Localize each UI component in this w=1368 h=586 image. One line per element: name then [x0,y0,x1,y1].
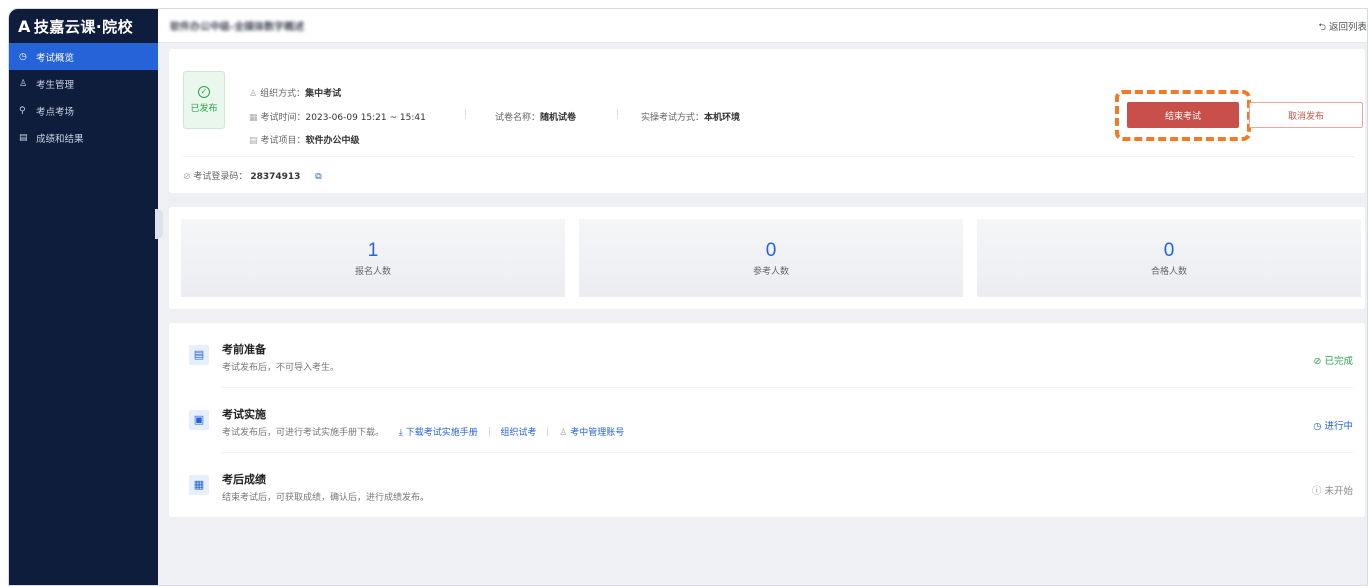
sidebar-item-label: 考点考场 [36,106,75,118]
divider [547,427,549,436]
sidebar-item-label: 成绩和结果 [36,133,84,145]
step-desc: 结束考试后，可获取成绩，确认后，进行成绩发布。 [222,493,430,503]
step-status: ⊘ 已完成 [1313,356,1353,367]
sidebar-collapse-handle[interactable] [155,209,163,239]
stat-value: 1 [367,239,379,261]
sidebar-item-results[interactable]: ▤ 成绩和结果 [9,124,158,151]
step-desc: 考试发布后，可进行考试实施手册下载。 ⤓ 下载考试实施手册 组织试考 ♙ 考中管… [222,425,624,438]
step-status: ⓘ 未开始 [1311,486,1353,497]
brand-logo[interactable]: A 技嘉云课·院校 [9,9,158,43]
stat-registered: 1 报名人数 [181,219,565,297]
download-manual-link[interactable]: ⤓ 下载考试实施手册 [399,428,478,438]
user-icon: ♙ [249,89,258,99]
paper-name-value: 随机试卷 [540,113,577,123]
practice-method: 实操考试方式：本机环境 [641,110,740,123]
status-badge: ✓ 已发布 [183,71,225,129]
clipboard-icon: ▤ [189,345,209,365]
link-icon: ⊘ [183,172,191,182]
step-title: 考后成绩 [222,473,266,486]
check-circle-icon: ✓ [198,86,210,98]
project-icon: ▤ [249,136,258,146]
exam-time-label: 考试时间： [260,113,306,123]
logo-icon: A [18,16,31,36]
divider [488,427,490,436]
step-implementation: ▣ 考试实施 考试发布后，可进行考试实施手册下载。 ⤓ 下载考试实施手册 组织试… [169,388,1365,452]
stat-value: 0 [765,239,777,261]
organize-trial-link[interactable]: 组织试考 [500,428,536,438]
exam-time: ▦ 考试时间：2023-06-09 15:21 ~ 15:41 [249,110,426,123]
exam-project: ▤ 考试项目：软件办公中级 [249,133,360,146]
stat-value: 0 [1163,239,1175,261]
login-code-value: 28374913 [250,172,301,182]
back-to-list-link[interactable]: ⮌ 返回列表 [1318,19,1367,36]
app-window: A 技嘉云课·院校 ◷ 考试概览 ♙ 考生管理 ⚲ 考点考场 ▤ 成绩和结果 软… [8,8,1368,586]
copy-icon[interactable]: ⧉ [315,172,321,182]
sidebar: A 技嘉云课·院校 ◷ 考试概览 ♙ 考生管理 ⚲ 考点考场 ▤ 成绩和结果 [9,9,158,585]
step-status: ◷ 进行中 [1313,421,1353,432]
user-icon: ♙ [559,428,571,438]
practice-method-value: 本机环境 [704,113,741,123]
location-pin-icon: ⚲ [19,105,26,116]
exam-info-card: ✓ 已发布 ♙ 组织方式：集中考试 ▦ 考试时间：2023-06-09 15:21 … [169,49,1365,193]
org-method-value: 集中考试 [305,89,342,99]
user-icon: ♙ [19,78,28,89]
practice-method-label: 实操考试方式： [641,113,705,123]
step-desc-text: 考试发布后，可进行考试实施手册下载。 [222,428,385,438]
stat-label: 报名人数 [354,266,391,277]
admin-account-link[interactable]: 考中管理账号 [570,428,624,438]
org-method-label: 组织方式： [260,89,306,99]
sidebar-item-label: 考生管理 [36,79,75,91]
sidebar-item-exam-overview[interactable]: ◷ 考试概览 [9,43,158,70]
stat-passed: 0 合格人数 [977,219,1361,297]
sidebar-item-label: 考试概览 [36,52,75,64]
step-results: ▦ 考后成绩 结束考试后，可获取成绩，确认后，进行成绩发布。 ⓘ 未开始 [169,453,1365,517]
header: 软件办公中级-全媒体数字概述 ⮌ 返回列表 [158,9,1367,43]
stats-card: 1 报名人数 0 参考人数 0 合格人数 [169,207,1365,309]
report-icon: ▦ [189,475,209,495]
divider [465,109,466,119]
clock-icon: ◷ [19,51,27,62]
calendar-icon: ▦ [249,113,258,123]
divider [183,156,1355,157]
exam-project-value: 软件办公中级 [305,136,360,146]
sidebar-item-candidates[interactable]: ♙ 考生管理 [9,70,158,97]
login-code: ⊘ 考试登录码： 28374913 ⧉ [183,169,322,182]
exam-steps-card: ▤ 考前准备 考试发布后，不可导入考生。 ⊘ 已完成 ▣ 考试实施 考试发布后，… [169,323,1365,517]
step-title: 考前准备 [222,343,266,356]
step-title: 考试实施 [222,408,266,421]
stat-label: 合格人数 [1150,266,1187,277]
page-title: 软件办公中级-全媒体数字概述 [170,22,305,33]
step-preparation: ▤ 考前准备 考试发布后，不可导入考生。 ⊘ 已完成 [169,323,1365,387]
sidebar-item-sites[interactable]: ⚲ 考点考场 [9,97,158,124]
stat-label: 参考人数 [752,266,789,277]
document-icon: ▤ [19,132,28,143]
paper-name: 试卷名称：随机试卷 [495,110,576,123]
login-code-label: 考试登录码： [193,172,248,182]
book-icon: ▣ [189,410,209,430]
exam-time-value: 2023-06-09 15:21 ~ 15:41 [305,113,426,123]
step-desc: 考试发布后，不可导入考生。 [222,363,340,373]
end-exam-button[interactable]: 结束考试 [1127,102,1239,128]
exam-project-label: 考试项目： [260,136,306,146]
status-label: 已发布 [190,104,218,114]
cancel-publish-button[interactable]: 取消发布 [1249,102,1363,128]
paper-name-label: 试卷名称： [495,113,541,123]
divider [617,109,618,119]
brand-title: 技嘉云课·院校 [33,17,134,36]
org-method: ♙ 组织方式：集中考试 [249,86,341,99]
stat-participants: 0 参考人数 [579,219,963,297]
